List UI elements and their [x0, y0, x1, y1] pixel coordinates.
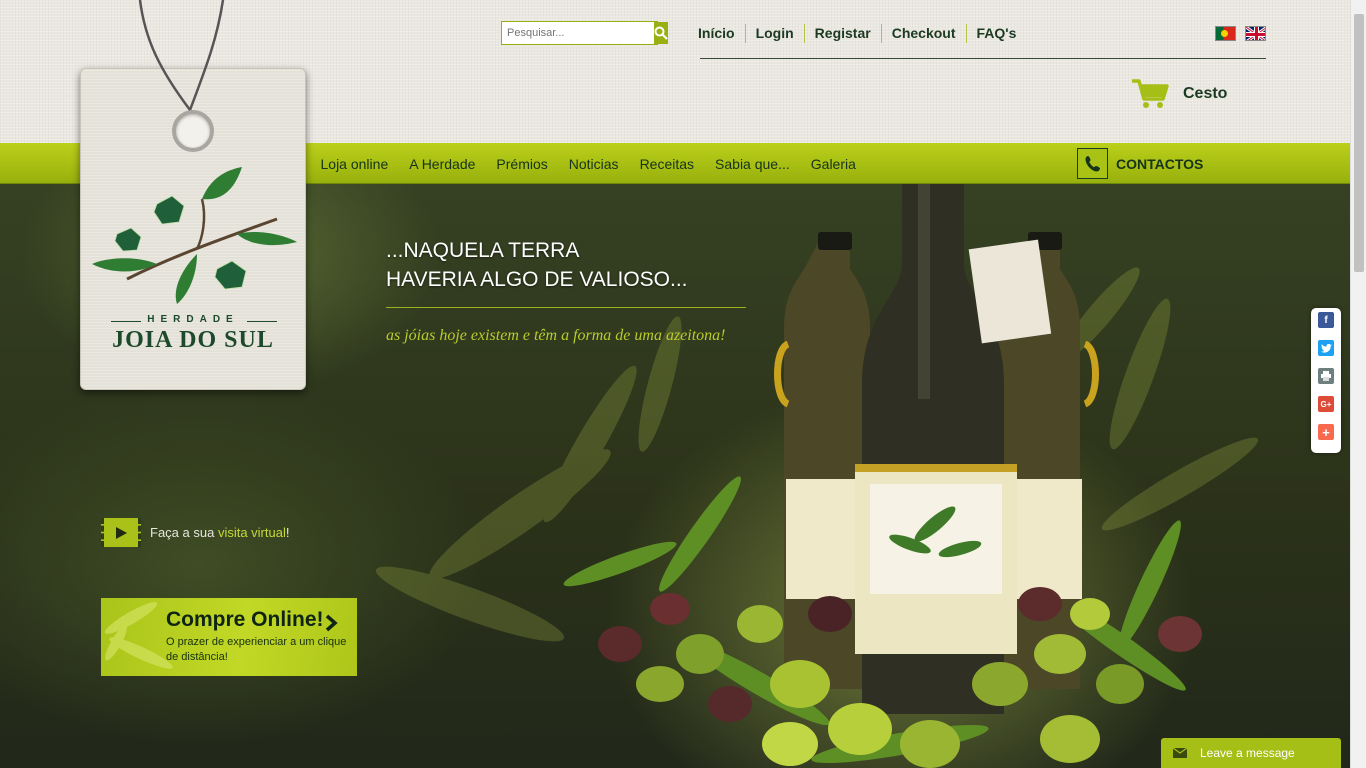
share-bar: f G+ +	[1311, 308, 1341, 453]
nav-loja-online[interactable]: Loja online	[310, 153, 399, 175]
virtual-visit-link[interactable]: visita virtual	[218, 525, 286, 540]
play-icon	[101, 518, 141, 547]
envelope-icon	[1173, 748, 1187, 758]
chevron-right-icon	[325, 614, 338, 632]
print-icon[interactable]	[1318, 368, 1334, 384]
buy-online-title: Compre Online!	[166, 608, 324, 631]
nav-a-herdade[interactable]: A Herdade	[399, 153, 486, 175]
tag-string	[138, 0, 225, 111]
nav-receitas[interactable]: Receitas	[629, 153, 704, 175]
search-button[interactable]	[654, 22, 668, 44]
top-nav-faqs[interactable]: FAQ's	[965, 24, 1027, 43]
header-divider	[700, 58, 1266, 59]
plus-icon[interactable]: +	[1318, 424, 1334, 440]
virtual-visit-text: Faça a sua visita virtual!	[150, 525, 290, 540]
contacts-label: CONTACTOS	[1116, 155, 1204, 172]
logo-name: JOIA DO SUL	[112, 327, 274, 353]
hero-subtitle: as jóias hoje existem e têm a forma de u…	[386, 327, 726, 344]
googleplus-icon[interactable]: G+	[1318, 396, 1334, 412]
top-nav: Início Login Registar Checkout FAQ's	[688, 24, 1026, 43]
nav-sabia-que[interactable]: Sabia que...	[705, 153, 801, 175]
page-scrollbar[interactable]	[1350, 0, 1366, 768]
nav-noticias[interactable]: Noticias	[558, 153, 629, 175]
hero-tagline: ...NAQUELA TERRA HAVERIA ALGO DE VALIOSO…	[386, 236, 746, 294]
buy-online-desc: O prazer de experienciar a um clique de …	[166, 636, 347, 663]
nav-premios[interactable]: Prémios	[486, 153, 558, 175]
top-nav-login[interactable]: Login	[744, 24, 804, 43]
top-nav-inicio[interactable]: Início	[688, 24, 745, 43]
leave-message-label: Leave a message	[1200, 746, 1295, 760]
search-icon	[654, 26, 668, 40]
cart-link[interactable]: Cesto	[1131, 78, 1227, 110]
buy-online-banner[interactable]: Compre Online! O prazer de experienciar …	[101, 598, 357, 676]
scrollbar-thumb[interactable]	[1354, 14, 1364, 272]
cart-label: Cesto	[1183, 85, 1228, 102]
hero-line-1: ...NAQUELA TERRA	[386, 239, 580, 262]
nav-galeria[interactable]: Galeria	[800, 153, 866, 175]
top-nav-registar[interactable]: Registar	[803, 24, 881, 43]
cart-icon	[1132, 79, 1169, 108]
search-input[interactable]	[502, 22, 654, 44]
olive-branch-logo-icon	[92, 167, 297, 304]
main-nav: Loja online A Herdade Prémios Noticias R…	[310, 153, 866, 175]
hero-divider	[386, 307, 746, 308]
flag-pt-icon[interactable]	[1215, 26, 1236, 41]
facebook-icon[interactable]: f	[1318, 312, 1334, 328]
contacts-link[interactable]: CONTACTOS	[1077, 148, 1203, 179]
top-nav-checkout[interactable]: Checkout	[880, 24, 966, 43]
phone-icon	[1077, 148, 1108, 179]
virtual-visit[interactable]: Faça a sua visita virtual!	[101, 518, 289, 547]
twitter-icon[interactable]	[1318, 340, 1334, 356]
hero-line-2: HAVERIA ALGO DE VALIOSO...	[386, 268, 688, 291]
logo-herdade: HERDADE	[147, 314, 239, 325]
search-box	[501, 21, 668, 45]
flag-uk-icon[interactable]	[1245, 26, 1266, 41]
leave-message-widget[interactable]: Leave a message	[1161, 738, 1341, 768]
